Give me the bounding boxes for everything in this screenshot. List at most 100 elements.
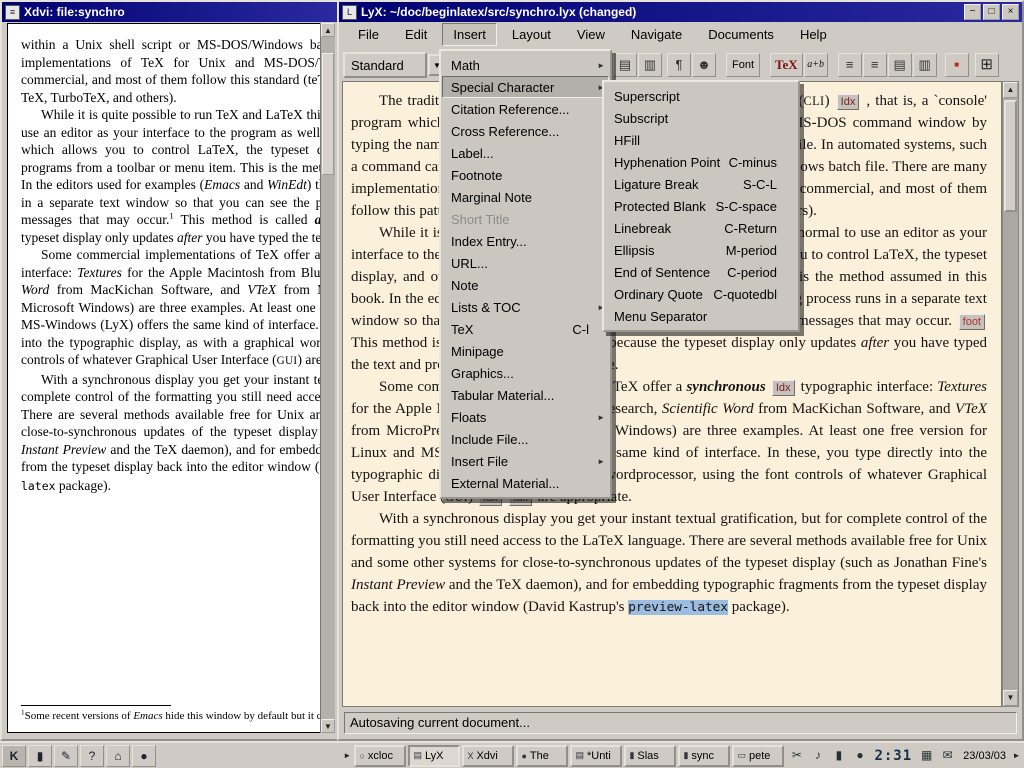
insert-menu-item-include-file[interactable]: Include File... xyxy=(442,428,609,450)
insert-menu-item-label[interactable]: Label... xyxy=(442,142,609,164)
menu-item-shortcut: C-Return xyxy=(724,221,777,236)
tex-mode-icon[interactable]: TeX xyxy=(770,53,803,77)
special-menu-item-ellipsis[interactable]: EllipsisM-period xyxy=(605,239,797,261)
special-menu-item-ordinary-quote[interactable]: Ordinary QuoteC-quotedbl xyxy=(605,283,797,305)
insert-table-icon[interactable]: ⊞ xyxy=(975,53,999,77)
text-run: synchronous xyxy=(686,379,765,395)
insert-menu-item-tex[interactable]: TeXC-l xyxy=(442,318,609,340)
text-run: Emacs xyxy=(204,177,240,192)
math-mode-icon[interactable]: a+b xyxy=(804,53,828,77)
insert-menu-item-lists-toc[interactable]: Lists & TOC► xyxy=(442,296,609,318)
battery-icon[interactable]: ▮ xyxy=(828,745,849,766)
special-menu-item-superscript[interactable]: Superscript xyxy=(605,85,797,107)
insert-menu-item-note[interactable]: Note xyxy=(442,274,609,296)
insert-tabular-icon[interactable]: ▥ xyxy=(638,53,662,77)
task-button-xdvi[interactable]: XXdvi xyxy=(462,745,514,767)
scroll-down-icon[interactable]: ▼ xyxy=(321,719,335,733)
menubar-item-insert[interactable]: Insert xyxy=(442,23,497,46)
xdvi-titlebar[interactable]: ≡ Xdvi: file:synchro xyxy=(2,2,338,22)
volume-icon[interactable]: ♪ xyxy=(807,745,828,766)
lyx-titlebar[interactable]: L LyX: ~/doc/beginlatex/src/synchro.lyx … xyxy=(339,2,1022,22)
menubar-item-navigate[interactable]: Navigate xyxy=(620,23,693,46)
menu-item-shortcut: M-period xyxy=(726,243,777,258)
menubar-item-layout[interactable]: Layout xyxy=(501,23,562,46)
special-menu-item-protected-blank[interactable]: Protected BlankS-C-space xyxy=(605,195,797,217)
insert-menu-item-footnote[interactable]: Footnote xyxy=(442,164,609,186)
preview-icon[interactable]: ■ xyxy=(945,53,969,77)
menu-item-label: Graphics... xyxy=(451,366,514,381)
calendar-icon[interactable]: ▦ xyxy=(916,745,937,766)
text-run: after xyxy=(861,335,889,351)
increase-depth-icon[interactable]: ▤ xyxy=(888,53,912,77)
index-inset[interactable]: Idx xyxy=(772,380,795,396)
insert-menu-item-tabular-material[interactable]: Tabular Material... xyxy=(442,384,609,406)
insert-menu-item-index-entry[interactable]: Index Entry... xyxy=(442,230,609,252)
xdvi-vertical-scrollbar[interactable]: ▲ ▼ xyxy=(320,23,335,733)
menu-item-label: Citation Reference... xyxy=(451,102,570,117)
insert-menu-item-cross-reference[interactable]: Cross Reference... xyxy=(442,120,609,142)
task-button-sync[interactable]: ▮sync xyxy=(678,745,730,767)
menubar-item-documents[interactable]: Documents xyxy=(697,23,785,46)
scroll-up-icon[interactable]: ▲ xyxy=(1003,82,1018,98)
lyx-vertical-scrollbar[interactable]: ▲ ▼ xyxy=(1002,81,1019,707)
special-menu-item-subscript[interactable]: Subscript xyxy=(605,107,797,129)
klipper-icon[interactable]: ✂ xyxy=(786,745,807,766)
insert-menu-item-math[interactable]: Math► xyxy=(442,54,609,76)
insert-menu-item-special-character[interactable]: Special Character► xyxy=(442,76,609,98)
minimize-button[interactable]: − xyxy=(964,4,981,20)
special-menu-item-hyphenation-point[interactable]: Hyphenation PointC-minus xyxy=(605,151,797,173)
konsole-icon[interactable]: ▮ xyxy=(28,745,52,767)
special-menu-item-hfill[interactable]: HFill xyxy=(605,129,797,151)
task-button-pete[interactable]: ▭pete xyxy=(732,745,784,767)
special-menu-item-menu-separator[interactable]: Menu Separator xyxy=(605,305,797,327)
editor-icon[interactable]: ✎ xyxy=(54,745,78,767)
menubar-item-view[interactable]: View xyxy=(566,23,616,46)
menubar-item-help[interactable]: Help xyxy=(789,23,838,46)
task-button-the[interactable]: ●The xyxy=(516,745,568,767)
scroll-up-icon[interactable]: ▲ xyxy=(321,23,335,37)
task-button-unti[interactable]: ▤*Unti xyxy=(570,745,622,767)
insert-menu-item-floats[interactable]: Floats► xyxy=(442,406,609,428)
home-icon[interactable]: ⌂ xyxy=(106,745,130,767)
enumerate-icon[interactable]: ≡ xyxy=(863,53,887,77)
noun-icon[interactable]: ☻ xyxy=(692,53,716,77)
insert-menu-item-marginal-note[interactable]: Marginal Note xyxy=(442,186,609,208)
task-label: pete xyxy=(749,750,770,762)
close-button[interactable]: × xyxy=(1002,4,1019,20)
special-menu-item-end-of-sentence[interactable]: End of SentenceC-period xyxy=(605,261,797,283)
insert-menu-item-url[interactable]: URL... xyxy=(442,252,609,274)
decrease-depth-icon[interactable]: ▥ xyxy=(913,53,937,77)
network-icon[interactable]: ● xyxy=(849,745,870,766)
menubar-item-edit[interactable]: Edit xyxy=(394,23,438,46)
xdvi-scrollbar-thumb[interactable] xyxy=(322,53,334,175)
panel-hide-icon[interactable]: ► xyxy=(1011,745,1022,767)
lyx-scrollbar-thumb[interactable] xyxy=(1004,100,1017,212)
text-run: ) xyxy=(825,93,835,109)
font-dialog-button[interactable]: Font xyxy=(726,53,760,77)
insert-menu-item-minipage[interactable]: Minipage xyxy=(442,340,609,362)
insert-figure-icon[interactable]: ▤ xyxy=(613,53,637,77)
scroll-down-icon[interactable]: ▼ xyxy=(1003,690,1018,706)
insert-menu-item-insert-file[interactable]: Insert File► xyxy=(442,450,609,472)
mail-icon[interactable]: ✉ xyxy=(937,745,958,766)
menu-item-shortcut: S-C-space xyxy=(716,199,777,214)
browser-icon[interactable]: ● xyxy=(132,745,156,767)
insert-menu-item-citation-reference[interactable]: Citation Reference... xyxy=(442,98,609,120)
task-button-lyx[interactable]: ▤LyX xyxy=(408,745,460,767)
index-inset[interactable]: Idx xyxy=(837,94,860,110)
maximize-button[interactable]: □ xyxy=(983,4,1000,20)
help-icon[interactable]: ? xyxy=(80,745,104,767)
layout-combo[interactable]: Standard xyxy=(343,52,427,78)
task-button-xcloc[interactable]: ○xcloc xyxy=(354,745,406,767)
panel-expand-icon[interactable]: ► xyxy=(342,745,352,767)
menubar-item-file[interactable]: File xyxy=(347,23,390,46)
insert-menu-item-external-material[interactable]: External Material... xyxy=(442,472,609,494)
itemize-icon[interactable]: ≡ xyxy=(838,53,862,77)
task-button-slas[interactable]: ▮Slas xyxy=(624,745,676,767)
footnote-inset[interactable]: foot xyxy=(959,314,985,330)
k-menu-icon[interactable]: K xyxy=(2,745,26,767)
emphasis-icon[interactable]: ¶ xyxy=(667,53,691,77)
insert-menu-item-graphics[interactable]: Graphics... xyxy=(442,362,609,384)
special-menu-item-linebreak[interactable]: LinebreakC-Return xyxy=(605,217,797,239)
special-menu-item-ligature-break[interactable]: Ligature BreakS-C-L xyxy=(605,173,797,195)
